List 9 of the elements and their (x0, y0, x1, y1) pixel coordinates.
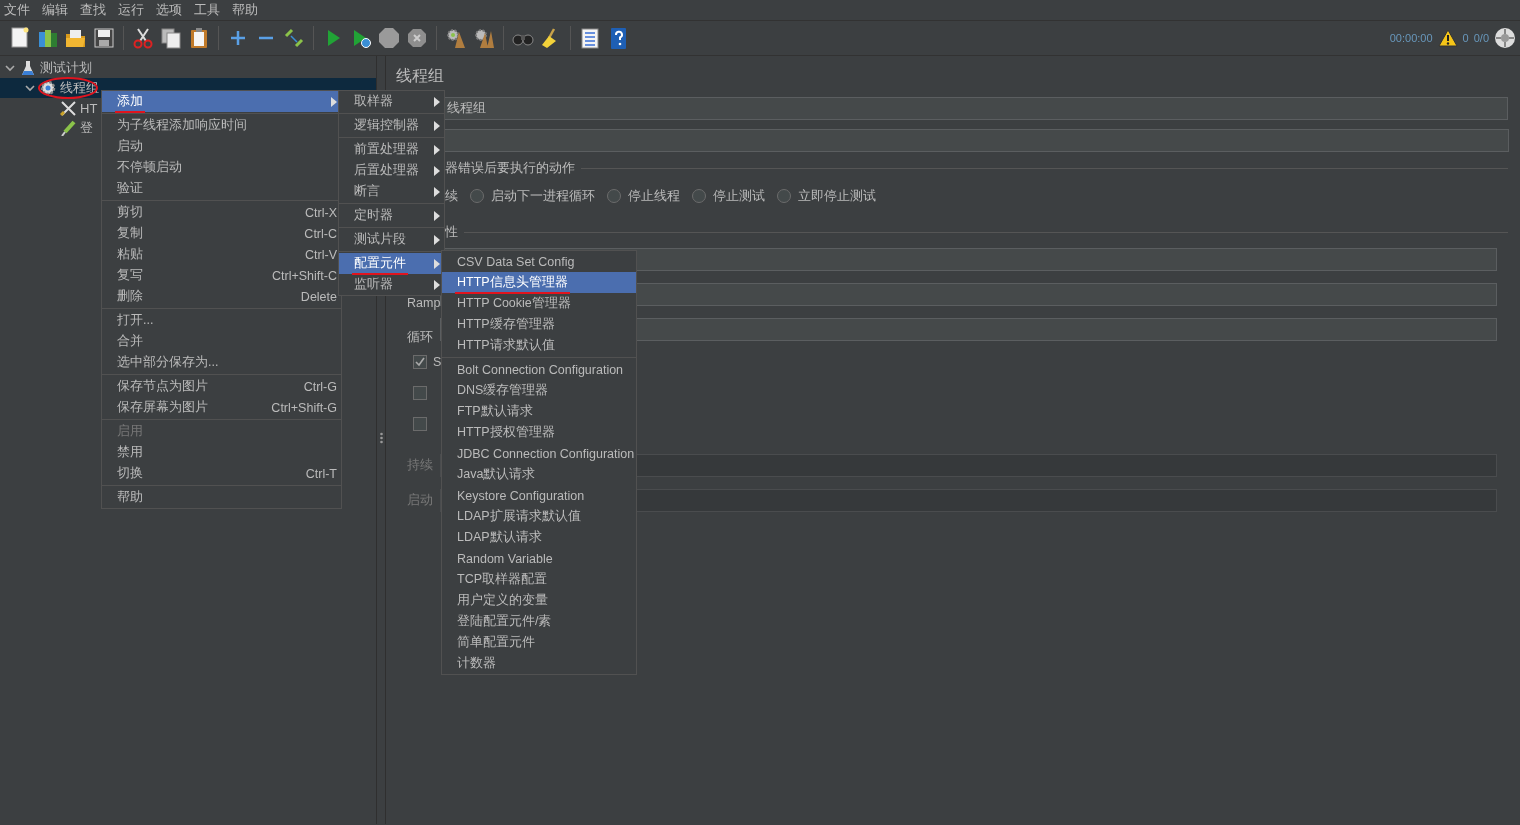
thread-count: 0/0 (1473, 32, 1489, 44)
field-label: Ramp (407, 295, 441, 310)
warning-count: 0 (1462, 32, 1469, 44)
section-legend: 器错误后要执行的动作 (445, 159, 575, 177)
elapsed-time: 00:00:00 (1389, 32, 1433, 44)
panel-title: 线程组 (396, 66, 445, 86)
field-label: 循环 (407, 330, 433, 344)
option-label: 续 (445, 187, 458, 205)
section-legend: 性 (445, 223, 458, 241)
